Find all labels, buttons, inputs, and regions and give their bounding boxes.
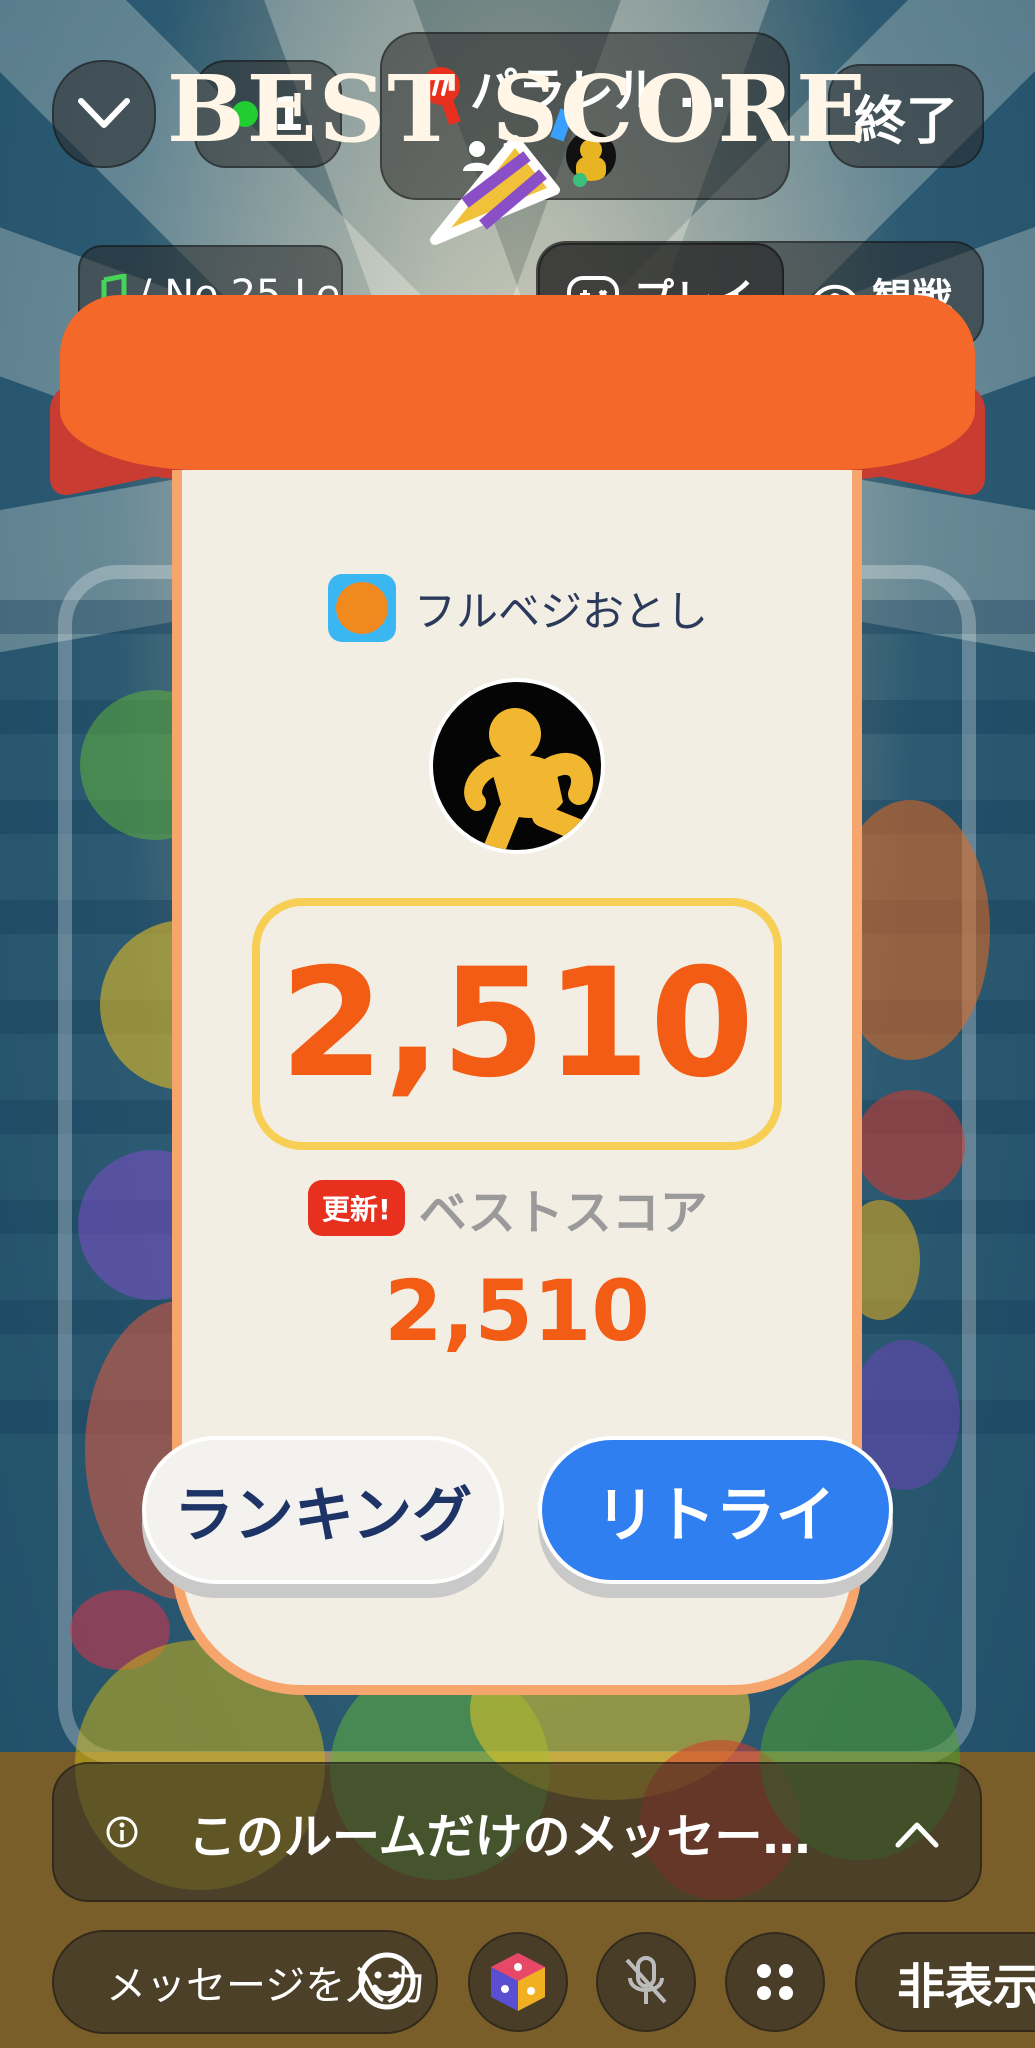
ranking-button-label: ランキング [173,1480,473,1551]
chevron-up-icon[interactable] [894,1819,940,1849]
retry-button[interactable]: リトライ [538,1436,893,1584]
room-message-text: このルームだけのメッセー… [188,1809,811,1865]
mic-muted-icon [625,1956,667,2004]
hide-button[interactable]: 非表示 [855,1932,1035,2032]
best-score-row: 更新! ベストスコア [308,1176,708,1241]
emoji-icon[interactable] [356,1950,418,2012]
updated-badge: 更新! [308,1180,405,1236]
mic-button[interactable] [596,1932,696,2032]
best-score-label: ベストスコア [418,1185,708,1241]
player-avatar [429,678,605,854]
best-score-banner [30,265,1005,499]
game-dice-icon [491,1953,545,2011]
retry-button-label: リトライ [595,1480,836,1551]
hide-button-label: 非表示 [897,1959,1035,2015]
game-title: フルベジおとし [414,586,709,636]
game-app-icon [328,574,396,642]
best-score-value: 2,510 [384,1262,650,1360]
game-title-row: フルベジおとし [328,573,708,643]
ranking-button[interactable]: ランキング [142,1436,504,1584]
banner-title: BEST SCORE [166,55,869,163]
info-icon [106,1816,138,1848]
score-box: 2,510 [252,898,782,1150]
room-message-bar[interactable]: このルームだけのメッセー… [52,1762,982,1902]
game-dice-button[interactable] [468,1932,568,2032]
apps-grid-icon [757,1964,793,2000]
score-value: 2,510 [279,937,755,1111]
apps-button[interactable] [725,1932,825,2032]
